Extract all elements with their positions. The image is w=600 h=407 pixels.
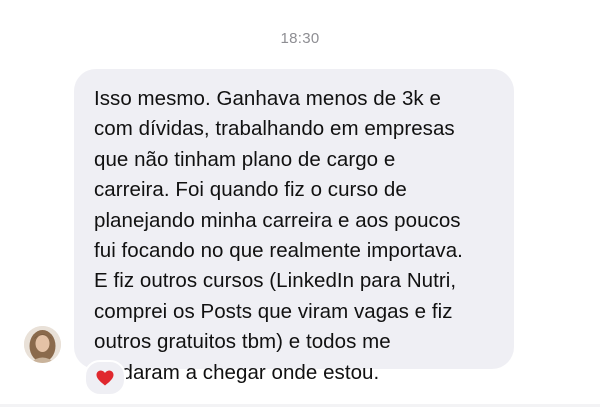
heart-icon	[96, 370, 114, 386]
avatar-image	[24, 326, 61, 363]
reaction-badge[interactable]	[84, 360, 126, 396]
message-text: Isso mesmo. Ganhava menos de 3k e com dí…	[94, 87, 463, 384]
message-bubble[interactable]: Isso mesmo. Ganhava menos de 3k e com dí…	[74, 69, 514, 384]
message-timestamp: 18:30	[280, 30, 320, 47]
sender-avatar[interactable]	[24, 326, 61, 363]
